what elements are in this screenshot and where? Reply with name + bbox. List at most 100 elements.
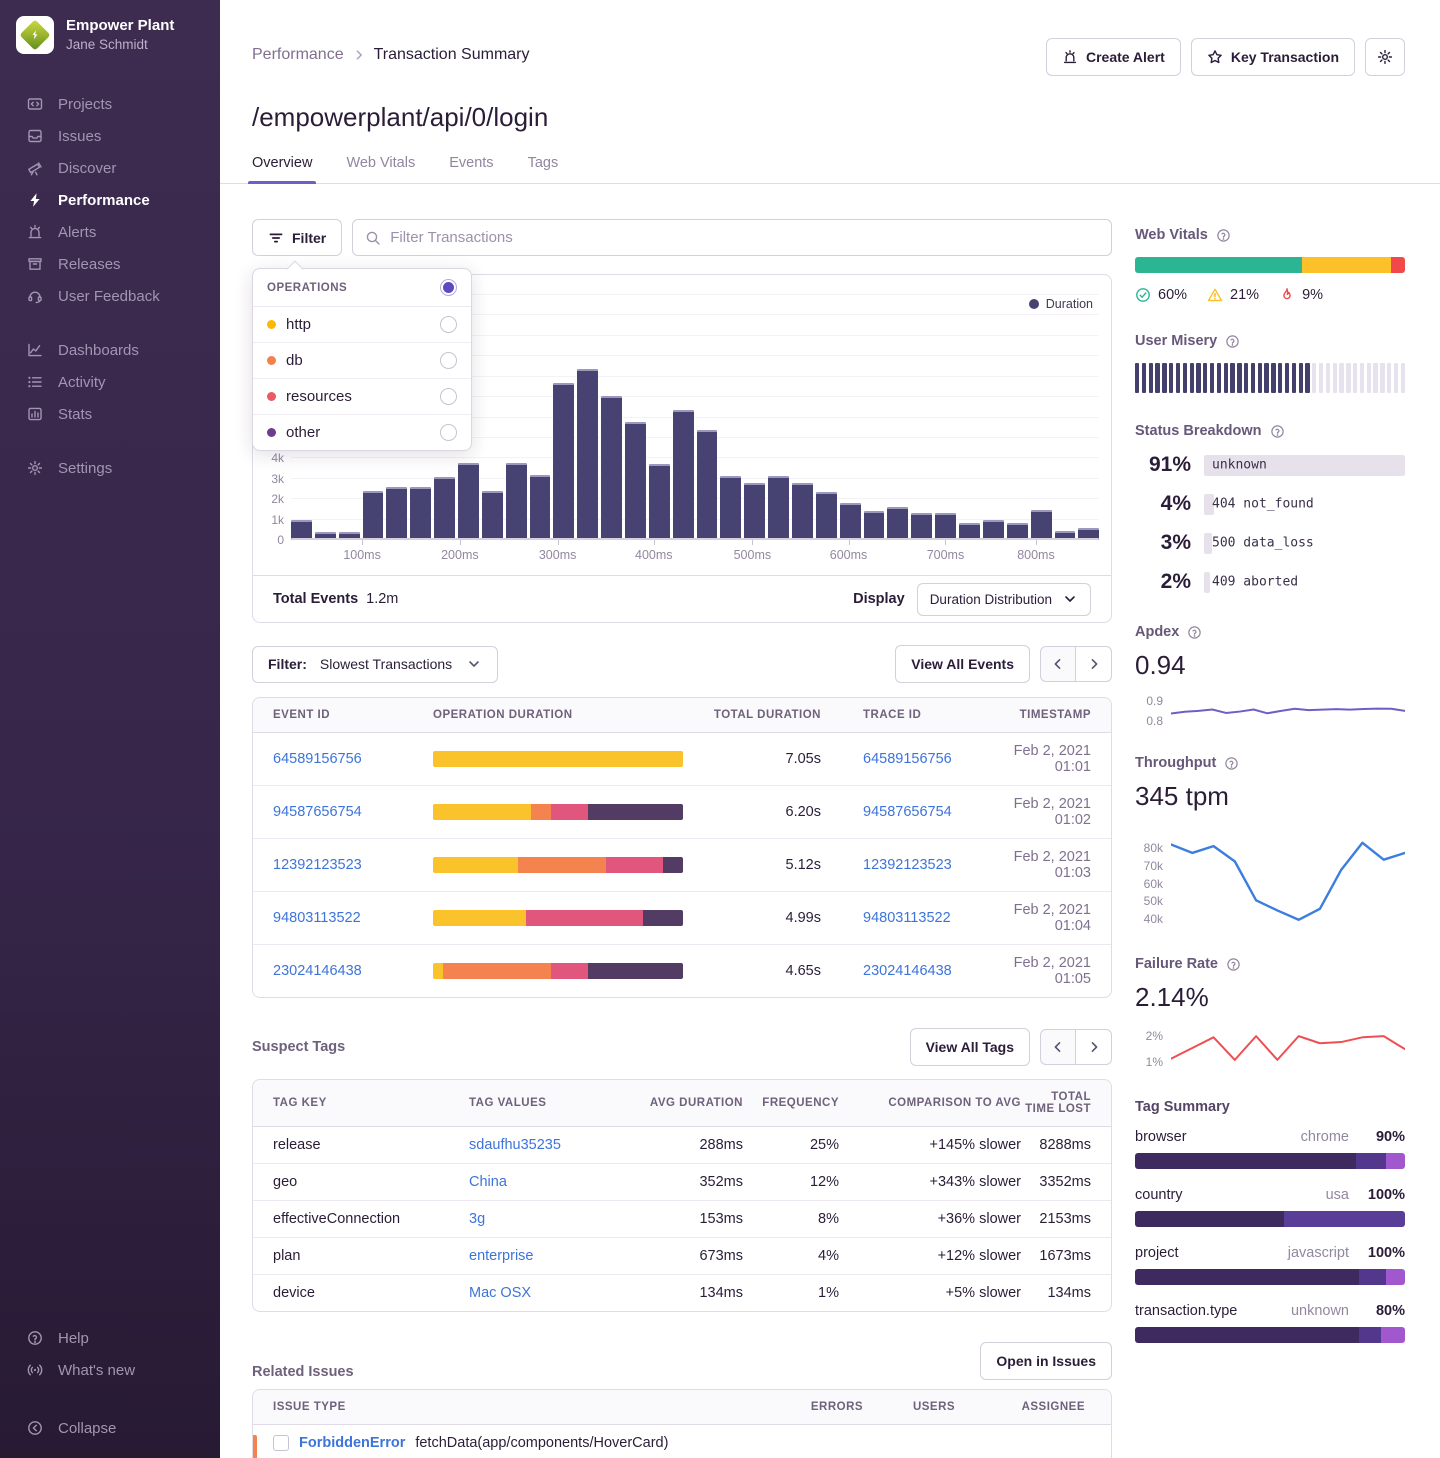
chevron-down-icon <box>1062 591 1078 607</box>
sidebar-item-user-feedback[interactable]: User Feedback <box>0 280 220 312</box>
sidebar-item-label: Help <box>58 1330 89 1347</box>
sidebar: Empower Plant Jane Schmidt ProjectsIssue… <box>0 0 220 1458</box>
tab-overview[interactable]: Overview <box>252 155 312 183</box>
misery-stripe-filled <box>1217 363 1221 393</box>
table-row: planenterprise673ms4%+12% slower1673ms <box>253 1238 1111 1275</box>
spark-y-label: 80k <box>1144 841 1163 855</box>
histogram-bar <box>1031 510 1052 540</box>
trace-id-link[interactable]: 12392123523 <box>863 857 952 873</box>
operations-all-radio[interactable] <box>440 279 457 296</box>
filter-icon <box>268 230 284 246</box>
operation-option-db[interactable]: db <box>253 343 471 379</box>
operation-option-radio[interactable] <box>440 352 457 369</box>
view-all-events-button[interactable]: View All Events <box>895 645 1030 683</box>
question-icon[interactable] <box>1187 625 1202 640</box>
trace-id-link[interactable]: 23024146438 <box>863 963 952 979</box>
tag-value-link[interactable]: Mac OSX <box>469 1285 531 1301</box>
total-time-lost-cell: 2153ms <box>1021 1201 1091 1237</box>
sidebar-item-settings[interactable]: Settings <box>0 452 220 484</box>
misery-stripe-empty <box>1346 363 1350 393</box>
event-id-link[interactable]: 23024146438 <box>273 963 362 979</box>
web-vitals-stat: 21% <box>1207 287 1259 303</box>
key-transaction-button[interactable]: Key Transaction <box>1191 38 1355 76</box>
question-icon[interactable] <box>1224 756 1239 771</box>
sidebar-item-issues[interactable]: Issues <box>0 120 220 152</box>
view-all-tags-button[interactable]: View All Tags <box>910 1028 1030 1066</box>
op-segment-yellow <box>433 804 531 820</box>
trace-id-link[interactable]: 94587656754 <box>863 804 952 820</box>
operation-option-radio[interactable] <box>440 424 457 441</box>
slowest-transactions-select[interactable]: Filter: Slowest Transactions <box>252 646 498 683</box>
related-issues-title: Related Issues <box>252 1364 354 1380</box>
operations-dropdown-header[interactable]: OPERATIONS <box>253 269 471 307</box>
tag-key-cell: release <box>273 1127 469 1163</box>
events-prev-page-button[interactable] <box>1040 646 1076 682</box>
failure-rate-section: Failure Rate 2.14% 2%1% <box>1135 956 1405 1069</box>
tag-summary-value: javascript <box>1288 1245 1349 1261</box>
sidebar-item-what-s-new[interactable]: What's new <box>0 1354 220 1386</box>
breadcrumb-performance[interactable]: Performance <box>252 46 344 64</box>
web-vitals-stat-value: 21% <box>1230 287 1259 303</box>
sidebar-item-help[interactable]: Help <box>0 1322 220 1354</box>
operation-option-radio[interactable] <box>440 316 457 333</box>
help-icon <box>26 1329 44 1347</box>
sidebar-item-alerts[interactable]: Alerts <box>0 216 220 248</box>
misery-stripe-empty <box>1373 363 1377 393</box>
event-id-link[interactable]: 12392123523 <box>273 857 362 873</box>
misery-stripe-filled <box>1244 363 1248 393</box>
operation-option-http[interactable]: http <box>253 307 471 343</box>
tag-value-link[interactable]: China <box>469 1174 507 1190</box>
tag-value-cell: sdaufhu35235 <box>469 1127 637 1163</box>
alerts-icon <box>26 223 44 241</box>
org-switcher[interactable]: Empower Plant Jane Schmidt <box>0 16 220 54</box>
question-icon[interactable] <box>1216 228 1231 243</box>
question-icon[interactable] <box>1270 424 1285 439</box>
open-in-issues-button[interactable]: Open in Issues <box>980 1342 1112 1380</box>
event-id-link[interactable]: 64589156756 <box>273 751 362 767</box>
event-id-link[interactable]: 94803113522 <box>273 910 361 926</box>
operation-option-resources[interactable]: resources <box>253 379 471 415</box>
sidebar-item-stats[interactable]: Stats <box>0 398 220 430</box>
operation-option-radio[interactable] <box>440 388 457 405</box>
tag-value-link[interactable]: enterprise <box>469 1248 533 1264</box>
status-breakdown-row: 4%404 not_found <box>1135 492 1405 516</box>
sidebar-item-performance[interactable]: Performance <box>0 184 220 216</box>
sidebar-item-projects[interactable]: Projects <box>0 88 220 120</box>
sidebar-item-collapse[interactable]: Collapse <box>0 1412 220 1444</box>
filter-button[interactable]: Filter <box>252 219 342 256</box>
throughput-chart: 80k70k60k50k40k <box>1171 834 1405 926</box>
total-events-value: 1.2m <box>366 591 398 607</box>
collapse-icon <box>26 1419 44 1437</box>
settings-icon <box>26 459 44 477</box>
question-icon[interactable] <box>1226 957 1241 972</box>
event-id-link[interactable]: 94587656754 <box>273 804 362 820</box>
histogram-bar <box>864 511 885 540</box>
issue-error-type-link[interactable]: ForbiddenError <box>299 1435 405 1451</box>
trace-id-link[interactable]: 64589156756 <box>863 751 952 767</box>
sidebar-item-dashboards[interactable]: Dashboards <box>0 334 220 366</box>
column-spacer <box>821 704 863 726</box>
tab-web-vitals[interactable]: Web Vitals <box>346 155 415 183</box>
tab-tags[interactable]: Tags <box>528 155 559 183</box>
tags-next-page-button[interactable] <box>1076 1029 1112 1065</box>
question-icon[interactable] <box>1225 334 1240 349</box>
issue-checkbox[interactable] <box>273 1435 289 1451</box>
tag-summary-section: Tag Summary browserchrome90%countryusa10… <box>1135 1099 1405 1343</box>
sidebar-item-activity[interactable]: Activity <box>0 366 220 398</box>
tags-prev-page-button[interactable] <box>1040 1029 1076 1065</box>
tag-value-link[interactable]: sdaufhu35235 <box>469 1137 561 1153</box>
tab-events[interactable]: Events <box>449 155 493 183</box>
settings-gear-button[interactable] <box>1365 38 1405 76</box>
sidebar-item-releases[interactable]: Releases <box>0 248 220 280</box>
create-alert-button[interactable]: Create Alert <box>1046 38 1181 76</box>
trace-id-link[interactable]: 94803113522 <box>863 910 951 926</box>
tag-value-link[interactable]: 3g <box>469 1211 485 1227</box>
histogram-bar <box>935 513 956 540</box>
search-input[interactable] <box>390 229 1099 246</box>
sidebar-item-discover[interactable]: Discover <box>0 152 220 184</box>
display-select[interactable]: Duration Distribution <box>917 583 1091 616</box>
operations-dropdown: OPERATIONS httpdbresourcesother <box>252 268 472 451</box>
misery-stripe-filled <box>1258 363 1262 393</box>
events-next-page-button[interactable] <box>1076 646 1112 682</box>
operation-option-other[interactable]: other <box>253 415 471 450</box>
